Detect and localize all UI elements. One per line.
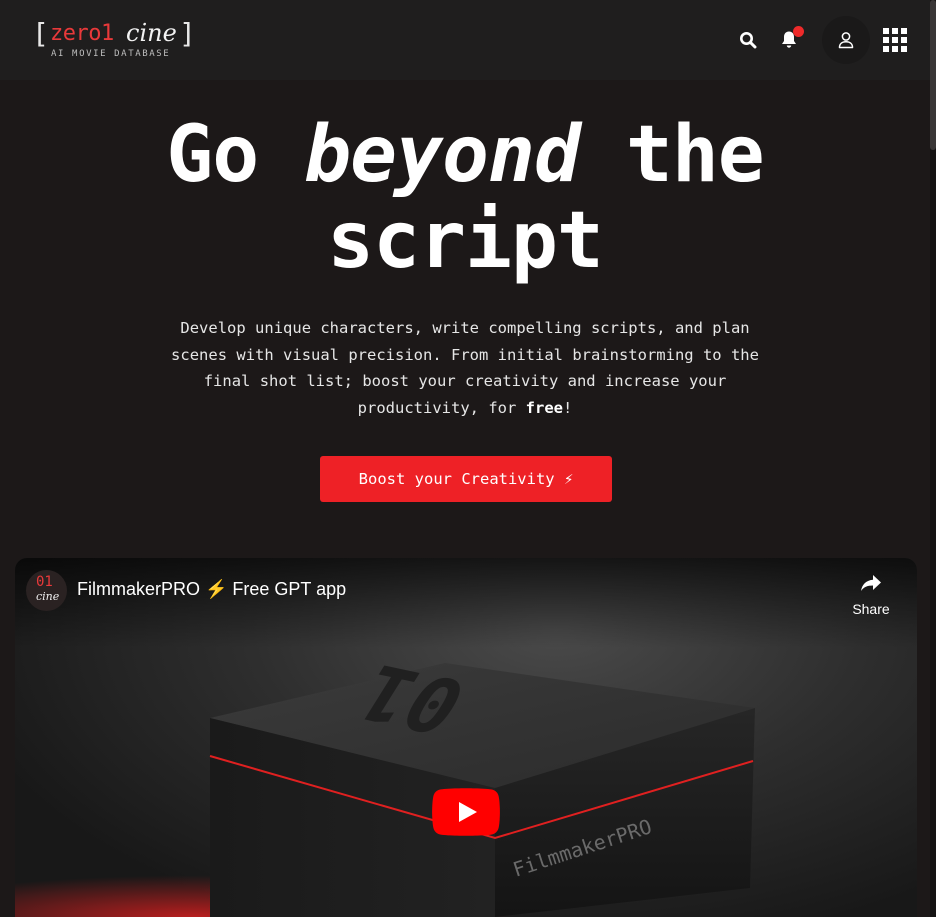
video-player[interactable]: 01 FilmmakerPRO 01 cine FilmmakerPRO ⚡ F… <box>15 558 917 917</box>
description-end: ! <box>562 398 573 417</box>
search-button[interactable] <box>736 28 760 52</box>
headline-part2: the <box>579 110 765 200</box>
logo-zero1: zero1 <box>50 21 114 46</box>
hero-description: Develop unique characters, write compell… <box>150 315 780 421</box>
boost-creativity-button[interactable]: Boost your Creativity ⚡ <box>320 456 612 502</box>
page-scrollbar[interactable] <box>930 0 936 917</box>
channel-avatar-01: 01 <box>36 574 53 590</box>
site-logo[interactable]: [ zero1 cine ] AI MOVIE DATABASE <box>32 17 196 64</box>
search-icon <box>740 32 757 49</box>
notification-badge <box>793 26 804 37</box>
share-button[interactable]: Share <box>843 571 899 621</box>
headline-line2: script <box>327 196 604 286</box>
share-icon <box>861 575 881 591</box>
headline-part1: Go <box>166 110 305 200</box>
channel-avatar-cine: cine <box>36 590 60 603</box>
top-header: [ zero1 cine ] AI MOVIE DATABASE <box>0 0 930 80</box>
youtube-play-icon <box>432 788 500 836</box>
logo-cine: cine <box>126 19 177 47</box>
apps-menu-button[interactable] <box>882 27 908 53</box>
logo-bracket-close: ] <box>179 17 196 50</box>
channel-avatar[interactable]: 01 cine <box>26 570 67 611</box>
share-label: Share <box>852 601 890 617</box>
logo-tagline: AI MOVIE DATABASE <box>51 49 171 59</box>
play-button[interactable] <box>432 788 500 836</box>
grid-icon <box>883 28 907 52</box>
scrollbar-thumb[interactable] <box>930 0 936 150</box>
user-icon <box>838 32 854 49</box>
description-free: free <box>525 398 563 417</box>
description-main: Develop unique characters, write compell… <box>171 319 759 417</box>
headline-emphasis: beyond <box>304 110 581 200</box>
user-account-button[interactable] <box>822 16 870 64</box>
hero-headline: Go beyond the script <box>0 112 930 284</box>
logo-bracket-open: [ <box>32 17 49 50</box>
video-header-overlay <box>15 558 917 648</box>
video-title[interactable]: FilmmakerPRO ⚡ Free GPT app <box>77 579 346 600</box>
